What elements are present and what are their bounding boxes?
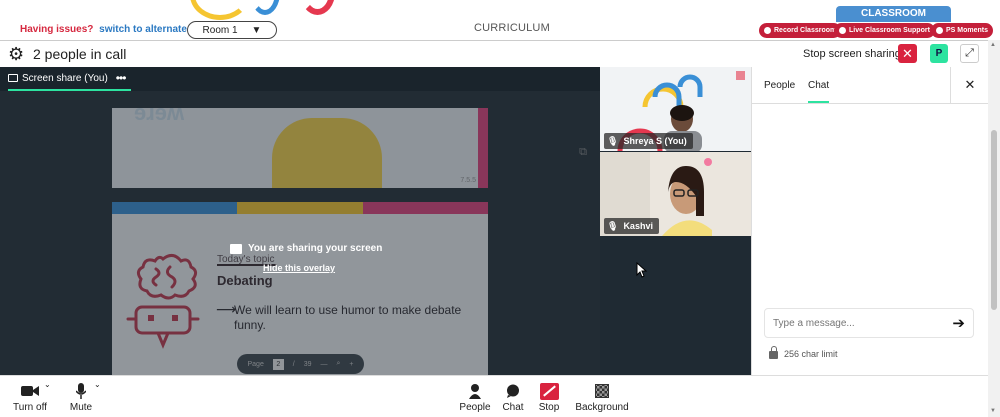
decorative-arc-blue xyxy=(250,0,280,15)
sharing-overlay xyxy=(0,91,600,375)
participant-name-self: Shreya S (You) xyxy=(623,136,687,146)
profile-badge[interactable]: P xyxy=(930,44,948,63)
decorative-arc-yellow xyxy=(190,0,250,20)
participant-label-self: 🎙 Shreya S (You) xyxy=(604,133,693,149)
tab-chat[interactable]: Chat xyxy=(808,80,830,103)
stage-tab-bar: Screen share (You) ••• xyxy=(0,67,600,91)
video-tile-kashvi[interactable]: 🎙 Kashvi xyxy=(600,152,751,236)
sharing-message: You are sharing your screen xyxy=(230,243,382,254)
people-button[interactable]: People xyxy=(458,382,492,413)
sharing-message-text: You are sharing your screen xyxy=(248,243,383,254)
mute-button[interactable]: Mute xyxy=(68,382,94,413)
stop-share-button[interactable]: Stop xyxy=(536,382,562,413)
char-limit-text: 256 char limit xyxy=(784,348,838,359)
mic-icon: 🎙 xyxy=(607,220,619,231)
more-options-icon[interactable]: ••• xyxy=(116,71,127,85)
scrollbar-thumb[interactable] xyxy=(991,130,997,310)
record-icon xyxy=(764,27,771,34)
video-tile-self[interactable]: 🎙 Shreya S (You) xyxy=(600,67,751,151)
ps-moments-button[interactable]: PS Moments xyxy=(931,23,994,38)
classroom-app: Having issues? switch to alternate room … xyxy=(0,0,1000,417)
decorative-arc-red xyxy=(300,0,335,15)
background-label: Background xyxy=(575,402,629,413)
gear-icon[interactable]: ⚙ xyxy=(8,45,24,63)
stop-label: Stop xyxy=(538,402,560,413)
participant-label-kashvi: 🎙 Kashvi xyxy=(604,218,659,234)
scroll-up-icon[interactable]: ▲ xyxy=(990,42,996,48)
chat-button[interactable]: Chat xyxy=(500,382,526,413)
send-arrow-icon[interactable]: ➔ xyxy=(952,314,965,332)
chat-message-box: ➔ xyxy=(764,308,974,338)
camera-toggle-label: Turn off xyxy=(13,402,47,413)
bottom-controls: Turn off ⌄ Mute ⌄ People Chat Stop Backg… xyxy=(0,375,988,417)
call-title: 2 people in call xyxy=(33,46,127,62)
call-header: ⚙ 2 people in call Stop screen sharing ✕… xyxy=(0,40,988,67)
record-classroom-label: Record Classroom xyxy=(774,27,837,34)
video-camera-icon xyxy=(12,382,48,400)
tab-people[interactable]: People xyxy=(764,80,795,91)
top-bar: Having issues? switch to alternate room … xyxy=(0,0,1000,40)
room-select[interactable]: Room 1 ▼ xyxy=(187,21,277,39)
support-icon xyxy=(839,27,846,34)
chat-bubble-icon xyxy=(500,382,526,400)
classroom-tab[interactable]: CLASSROOM xyxy=(836,6,951,22)
camera-toggle-button[interactable]: Turn off xyxy=(12,382,48,413)
screen-share-tab[interactable]: Screen share (You) ••• xyxy=(8,67,132,91)
background-grid-icon xyxy=(595,384,609,398)
stop-share-icon xyxy=(539,382,559,400)
shared-screen: ɘɹɘʍ 7.5.5 ⧉ Today's topic Debating ⟶ We… xyxy=(0,91,600,380)
mute-label: Mute xyxy=(69,402,93,413)
live-support-label: Live Classroom Support xyxy=(849,27,930,34)
people-label: People xyxy=(459,402,491,413)
mic-options-chevron-icon[interactable]: ⌄ xyxy=(94,380,101,389)
mic-icon: 🎙 xyxy=(607,135,619,146)
mouse-cursor-icon xyxy=(636,262,648,278)
side-panel-tabs: People Chat ✕ xyxy=(752,67,989,104)
fullscreen-icon[interactable]: ⤢ xyxy=(960,44,979,63)
issues-text: Having issues? xyxy=(20,24,94,35)
live-support-button[interactable]: Live Classroom Support xyxy=(834,23,935,38)
microphone-icon xyxy=(68,382,94,400)
ps-moments-label: PS Moments xyxy=(946,27,989,34)
stop-sharing-label: Stop screen sharing xyxy=(803,48,901,60)
side-panel: People Chat ✕ ➔ 256 char limit xyxy=(751,67,989,375)
scroll-down-icon[interactable]: ▼ xyxy=(990,408,996,414)
char-limit: 256 char limit xyxy=(769,346,838,359)
person-icon xyxy=(458,382,492,400)
close-icon[interactable]: ✕ xyxy=(950,67,989,103)
moments-icon xyxy=(936,27,943,34)
monitor-icon xyxy=(8,74,18,82)
curriculum-tab[interactable]: CURRICULUM xyxy=(474,22,550,34)
participant-name-kashvi: Kashvi xyxy=(623,221,653,231)
screen-share-tab-label: Screen share (You) xyxy=(22,72,108,84)
lock-icon xyxy=(769,346,778,359)
caret-down-icon: ▼ xyxy=(251,24,262,36)
hide-overlay-link[interactable]: Hide this overlay xyxy=(263,263,335,273)
camera-options-chevron-icon[interactable]: ⌄ xyxy=(44,380,51,389)
page-scrollbar[interactable]: ▲ ▼ xyxy=(988,40,1000,417)
stop-sharing-button[interactable]: ✕ xyxy=(898,44,917,63)
background-button[interactable]: Background xyxy=(574,382,630,413)
participant-videos: 🎙 Shreya S (You) 🎙 Kashvi xyxy=(600,67,751,375)
screen-share-stage: Screen share (You) ••• ɘɹɘʍ 7.5.5 ⧉ Toda… xyxy=(0,67,600,380)
screen-share-icon xyxy=(230,243,242,254)
chat-label: Chat xyxy=(502,402,524,413)
issues-notice: Having issues? switch to alternate room xyxy=(20,24,215,35)
room-select-value: Room 1 xyxy=(202,24,238,36)
record-classroom-button[interactable]: Record Classroom xyxy=(759,23,842,38)
chat-message-input[interactable] xyxy=(765,309,935,337)
